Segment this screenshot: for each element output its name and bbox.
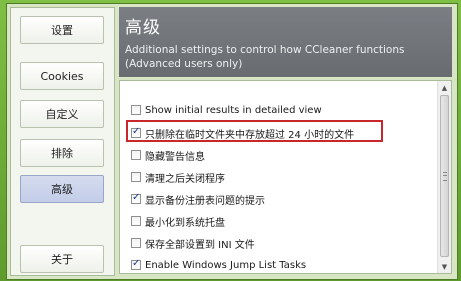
sidebar-item-custom[interactable]: 自定义	[20, 100, 104, 128]
sidebar-item-advanced[interactable]: 高级	[20, 175, 104, 203]
option-show-detailed-results[interactable]: Show initial results in detailed view	[131, 102, 322, 118]
checkbox[interactable]	[131, 105, 141, 115]
checkbox[interactable]	[131, 216, 141, 226]
checkbox[interactable]	[131, 258, 141, 270]
checkbox[interactable]	[131, 172, 141, 182]
scroll-up-arrow-icon[interactable]: ▲	[438, 81, 451, 94]
options-sidebar: 设置 Cookies 自定义 排除 高级 关于	[10, 7, 115, 276]
option-label: 隐藏警告信息	[145, 151, 205, 163]
option-prompt-registry-backup[interactable]: 显示备份注册表问题的提示	[131, 191, 265, 207]
sidebar-item-cookies[interactable]: Cookies	[20, 62, 104, 90]
option-hide-warnings[interactable]: 隐藏警告信息	[131, 147, 205, 163]
option-label: Enable Windows Jump List Tasks	[145, 259, 307, 271]
sidebar-item-label: Cookies	[40, 69, 84, 83]
option-save-to-ini[interactable]: 保存全部设置到 INI 文件	[131, 235, 255, 251]
option-label: 保存全部设置到 INI 文件	[145, 239, 255, 251]
advanced-options-panel: Show initial results in detailed view 只删…	[119, 80, 452, 274]
vertical-scrollbar[interactable]: ▲ ▼	[437, 81, 451, 273]
sidebar-item-label: 排除	[51, 147, 73, 160]
sidebar-item-settings[interactable]: 设置	[20, 16, 104, 44]
grip-icon	[443, 172, 447, 181]
sidebar-item-label: 自定义	[45, 108, 79, 121]
section-header: 高级 Additional settings to control how CC…	[119, 7, 452, 77]
scrollbar-thumb[interactable]	[440, 95, 449, 257]
sidebar-item-about[interactable]: 关于	[20, 245, 104, 273]
sidebar-item-label: 关于	[51, 253, 73, 266]
checkbox[interactable]	[131, 238, 141, 248]
option-label: 最小化到系统托盘	[145, 217, 225, 229]
page-title: 高级	[125, 18, 161, 38]
option-minimize-to-tray[interactable]: 最小化到系统托盘	[131, 213, 225, 229]
sidebar-item-label: 设置	[51, 24, 73, 37]
scroll-down-arrow-icon[interactable]: ▼	[438, 260, 451, 273]
option-label: 清理之后关闭程序	[145, 173, 225, 185]
option-label: Show initial results in detailed view	[145, 104, 322, 116]
option-close-after-cleaning[interactable]: 清理之后关闭程序	[131, 169, 225, 185]
checkbox[interactable]	[131, 150, 141, 160]
page-subtitle: Additional settings to control how CClea…	[125, 44, 405, 70]
option-label: 显示备份注册表问题的提示	[145, 195, 265, 207]
annotation-highlight-box	[126, 120, 383, 142]
checkbox[interactable]	[131, 192, 141, 204]
sidebar-item-label: 高级	[51, 183, 73, 196]
sidebar-item-exclude[interactable]: 排除	[20, 139, 104, 167]
option-enable-jump-list[interactable]: Enable Windows Jump List Tasks	[131, 257, 306, 273]
